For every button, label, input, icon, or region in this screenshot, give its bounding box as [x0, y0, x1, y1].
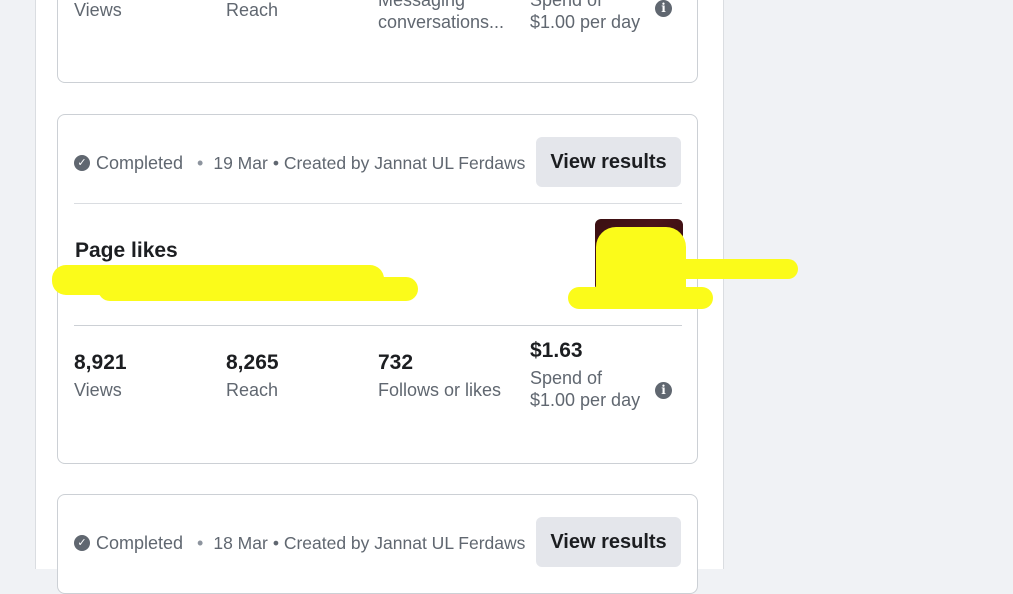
stat-label: Reach — [226, 0, 279, 20]
divider — [74, 325, 682, 326]
stat-label: Reach — [226, 380, 279, 400]
info-icon[interactable]: i — [655, 0, 672, 17]
created-by: • Created by Jannat UL Ferdaws — [272, 532, 526, 553]
stat-label: Views — [74, 380, 122, 400]
stat-reach: 8,265 Reach — [226, 351, 279, 401]
redaction-mark — [668, 259, 798, 279]
campaign-date: 18 Mar — [213, 532, 268, 553]
stat-label: Spend of $1.00 per day — [530, 0, 641, 32]
stat-label: Follows or likes — [378, 380, 502, 400]
stat-value: 732 — [378, 351, 414, 374]
campaign-title: Page likes — [75, 239, 178, 262]
view-results-button[interactable]: View results — [536, 137, 681, 187]
separator-dot: • — [197, 152, 204, 173]
campaign-card-next: ✓ Completed • 18 Mar • Created by Jannat… — [57, 494, 698, 594]
stat-value: 8,921 — [74, 351, 127, 374]
stat-views: Views — [74, 0, 122, 21]
stat-views: 8,921 Views — [74, 351, 127, 401]
stat-label: Views — [74, 0, 122, 20]
campaign-date: 19 Mar — [213, 152, 268, 173]
stat-label: Messaging conversations... — [378, 0, 505, 32]
stat-reach: Reach — [226, 0, 278, 21]
status-row: ✓ Completed • 18 Mar • Created by Jannat… — [74, 532, 525, 554]
stat-spend: $1.63 Spend of $1.00 per day — [530, 339, 648, 411]
separator-dot: • — [197, 532, 204, 553]
redaction-mark — [568, 287, 713, 309]
info-icon[interactable]: i — [655, 382, 672, 399]
check-circle-icon: ✓ — [74, 155, 90, 171]
status-label: Completed — [96, 152, 184, 173]
redaction-mark — [98, 277, 418, 301]
created-by: • Created by Jannat UL Ferdaws — [272, 152, 526, 173]
campaign-card-previous: Views Reach Messaging conversations... S… — [57, 0, 698, 83]
status-label: Completed — [96, 532, 184, 553]
status-row: ✓ Completed • 19 Mar • Created by Jannat… — [74, 152, 525, 174]
stat-label: Spend of $1.00 per day — [530, 368, 641, 410]
check-circle-icon: ✓ — [74, 535, 90, 551]
stat-messaging: Messaging conversations... — [378, 0, 508, 33]
campaign-card: ✓ Completed • 19 Mar • Created by Jannat… — [52, 114, 798, 464]
stat-value: $1.63 — [530, 339, 583, 362]
divider — [74, 203, 682, 204]
stat-spend: Spend of $1.00 per day — [530, 0, 645, 33]
stat-value: 8,265 — [226, 351, 279, 374]
stat-follows: 732 Follows or likes — [378, 351, 501, 401]
view-results-button[interactable]: View results — [536, 517, 681, 567]
